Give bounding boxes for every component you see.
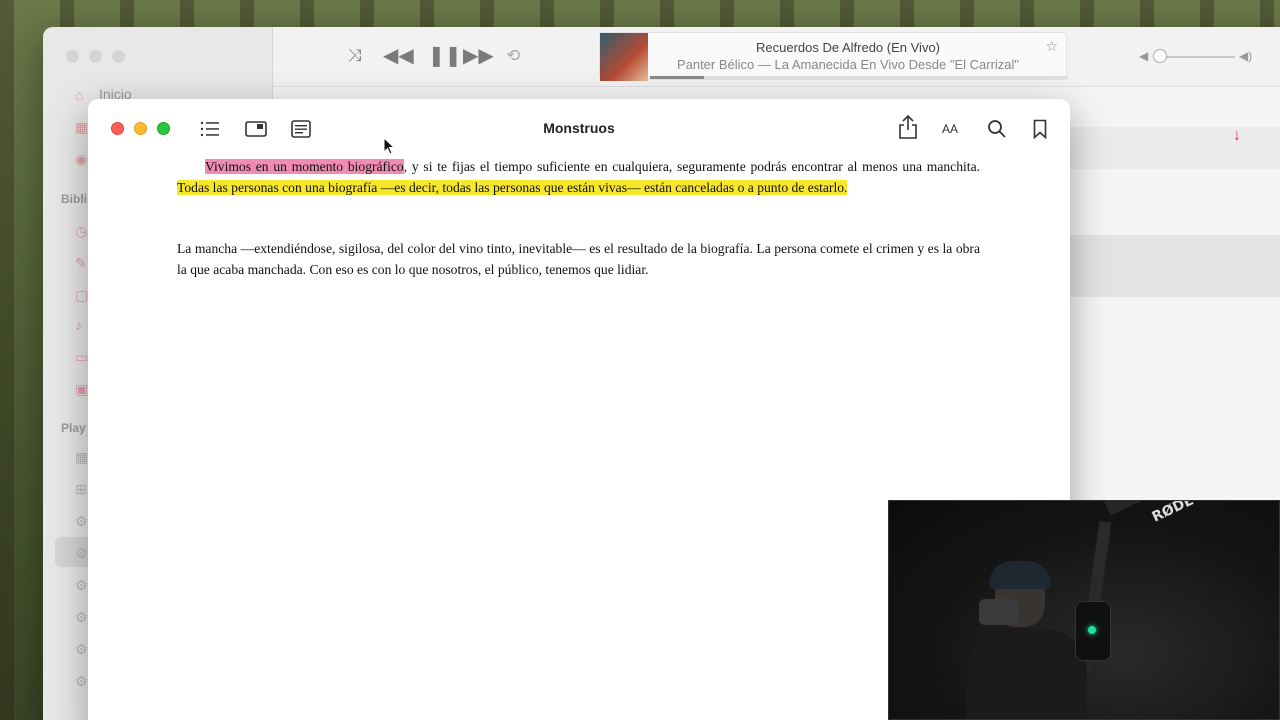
paragraph: Vivimos en un momento biográfico, y si t… <box>177 157 980 198</box>
microphone-icon: ✎ <box>75 255 87 271</box>
webcam-overlay: RØDE <box>888 500 1280 720</box>
pause-icon[interactable]: ❚❚ <box>428 43 462 68</box>
gear-icon: ⚙ <box>75 609 88 625</box>
mouse-cursor-icon <box>383 137 395 155</box>
font-size-button[interactable]: AA <box>936 117 964 141</box>
gear-icon: ⚙ <box>75 545 88 561</box>
studio-microphone <box>1075 601 1111 661</box>
speaker-low-icon: ◀ <box>1139 49 1149 63</box>
share-icon[interactable] <box>895 114 921 139</box>
volume-knob[interactable] <box>1153 49 1167 63</box>
close-button-inactive[interactable] <box>66 50 79 63</box>
highlighted-passage-pink[interactable]: Vivimos en un momento biográfico <box>205 159 404 174</box>
now-playing-title: Recuerdos De Alfredo (En Vivo) <box>755 40 941 55</box>
home-icon: ⌂ <box>75 87 84 103</box>
font-size-label: AA <box>941 122 958 136</box>
search-icon[interactable] <box>984 117 1010 141</box>
playlist-add-icon: ⊞ <box>75 481 87 497</box>
volume-slider[interactable]: ◀ ◀) <box>1139 49 1253 65</box>
speaker-high-icon: ◀) <box>1239 49 1253 63</box>
mic-brand-label: RØDE <box>1149 500 1197 526</box>
handheld-mic <box>979 599 1019 625</box>
now-playing[interactable]: Recuerdos De Alfredo (En Vivo) Panter Bé… <box>599 32 1068 81</box>
passage-text: La mancha —extendiéndose, sigilosa, del … <box>177 241 980 278</box>
list-row[interactable] <box>1070 127 1280 169</box>
highlighted-passage-yellow[interactable]: Todas las personas con una biografía —es… <box>177 179 848 195</box>
now-playing-subtitle: Panter Bélico — La Amanecida En Vivo Des… <box>676 57 1020 72</box>
video-icon: ▭ <box>75 349 89 365</box>
star-icon[interactable]: ☆ <box>1045 38 1058 55</box>
volume-track <box>1155 56 1235 58</box>
library-heading: Bibli <box>61 192 87 206</box>
book-title: Monstruos <box>543 120 615 136</box>
bookmark-icon[interactable] <box>1027 117 1053 141</box>
playlists-heading: Play <box>61 421 86 435</box>
gear-icon: ⚙ <box>75 513 88 529</box>
mic-status-light <box>1088 626 1096 634</box>
presenter-body <box>967 629 1087 719</box>
backward-icon[interactable]: ◀◀ <box>383 43 414 68</box>
note-icon: ♪ <box>75 317 82 333</box>
playback-progress-fill <box>650 76 705 79</box>
gear-icon: ⚙ <box>75 673 88 689</box>
books-toolbar: Monstruos AA <box>88 99 1070 157</box>
clock-icon: ◷ <box>75 223 88 239</box>
presenter <box>967 561 1087 719</box>
download-arrow-icon[interactable]: ↓ <box>1233 127 1241 145</box>
repeat-icon[interactable]: ⟲ <box>506 46 520 66</box>
radio-icon: ◉ <box>75 151 88 167</box>
paragraph: La mancha —extendiéndose, sigilosa, del … <box>177 239 980 280</box>
zoom-button-inactive[interactable] <box>112 50 125 63</box>
gear-icon: ⚙ <box>75 641 88 657</box>
passage-text: , y si te fijas el tiempo suficiente en … <box>403 159 980 174</box>
album-icon: ▢ <box>75 287 89 303</box>
list-row-selected[interactable] <box>1070 235 1280 297</box>
grid-icon: ▦ <box>75 119 89 135</box>
album-artwork <box>600 33 648 81</box>
minimize-button-inactive[interactable] <box>89 50 102 63</box>
playback-progress[interactable] <box>650 76 1068 79</box>
presenter-cap <box>989 561 1051 589</box>
playlist-grid-icon: ▦ <box>75 449 89 465</box>
shuffle-icon[interactable]: ⤨ <box>348 46 362 66</box>
book-page-text: Vivimos en un momento biográfico, y si t… <box>177 157 980 322</box>
gear-icon: ⚙ <box>75 577 88 593</box>
forward-icon[interactable]: ▶▶ <box>463 43 494 68</box>
person-icon: ▣ <box>75 381 89 397</box>
